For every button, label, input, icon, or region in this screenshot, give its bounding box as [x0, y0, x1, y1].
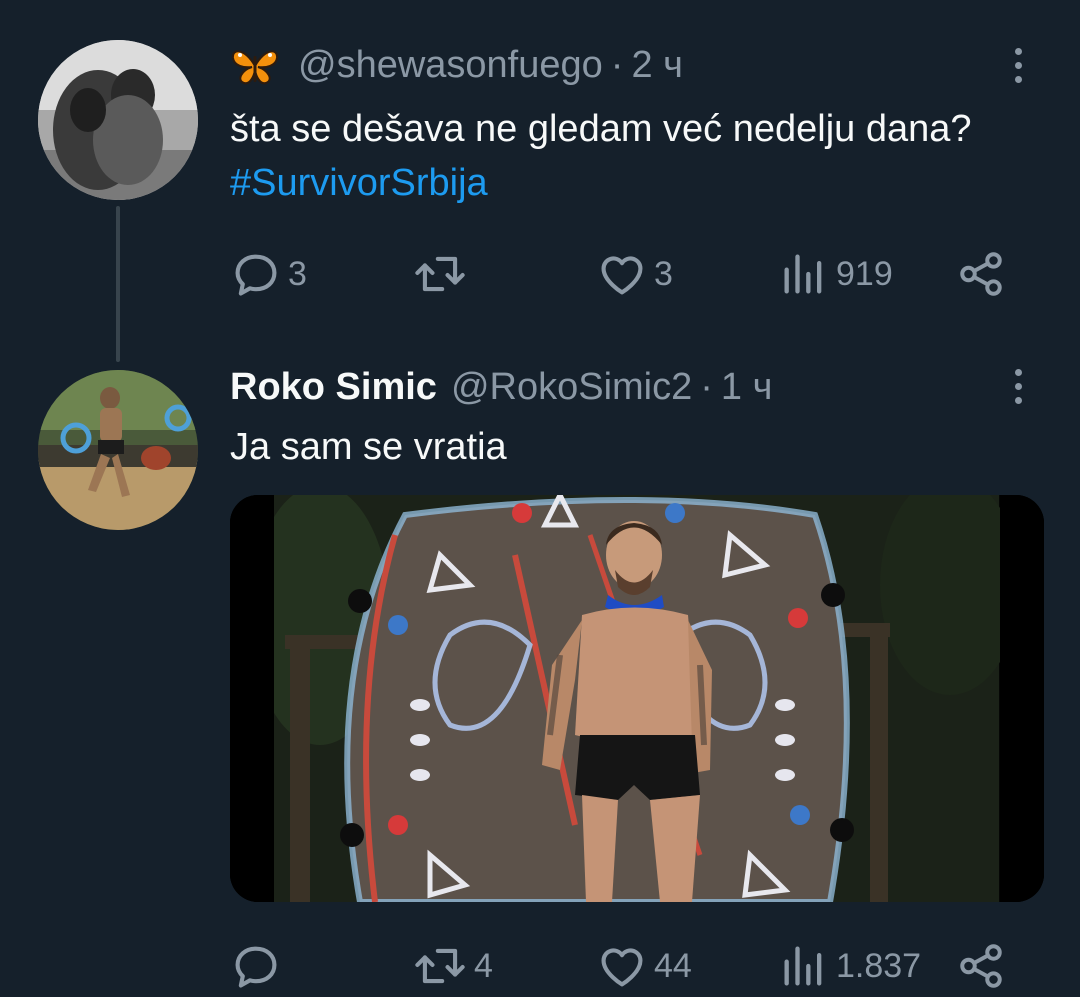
tweet-header: Roko Simic @RokoSimic2 · 1 ч — [230, 366, 772, 409]
separator: · — [700, 366, 713, 408]
tweet-actions: 4 44 1.837 — [230, 936, 1030, 996]
tweet-header: @shewasonfuego · 2 ч — [230, 44, 683, 87]
more-icon[interactable] — [998, 35, 1038, 95]
tweet-time[interactable]: 2 ч — [631, 44, 683, 87]
tweet-actions: 3 3 919 — [230, 244, 1030, 304]
like-count: 3 — [654, 254, 673, 293]
like-button[interactable]: 44 — [596, 936, 692, 996]
views-count: 919 — [836, 254, 893, 293]
display-name[interactable]: Roko Simic — [230, 366, 437, 409]
reply-icon — [230, 248, 282, 300]
tweet-time[interactable]: 1 ч — [721, 366, 773, 409]
retweet-button[interactable]: 4 — [412, 936, 493, 996]
tweet-text: Ja sam se vratia — [230, 426, 507, 468]
retweet-icon — [412, 248, 468, 300]
reply-count: 3 — [288, 254, 307, 293]
more-icon[interactable] — [998, 356, 1038, 416]
like-count: 44 — [654, 946, 692, 985]
views-count: 1.837 — [836, 946, 922, 985]
thread-line — [116, 206, 120, 362]
reply-button[interactable] — [230, 936, 288, 996]
views-button[interactable]: 1.837 — [778, 936, 921, 996]
tweet-text: šta se dešava ne gledam već nedelju dana… — [230, 102, 1020, 210]
retweet-icon — [412, 940, 468, 992]
share-button[interactable] — [956, 936, 1006, 996]
share-icon — [956, 249, 1006, 299]
views-button[interactable]: 919 — [778, 244, 893, 304]
reply-icon — [230, 940, 282, 992]
share-icon — [956, 941, 1006, 991]
hashtag-link[interactable]: #SurvivorSrbija — [230, 162, 488, 204]
share-button[interactable] — [956, 244, 1006, 304]
like-icon — [596, 940, 648, 992]
views-icon — [778, 248, 830, 300]
retweet-button[interactable] — [412, 244, 474, 304]
like-button[interactable]: 3 — [596, 244, 673, 304]
butterfly-icon — [230, 46, 280, 86]
reply-button[interactable]: 3 — [230, 244, 307, 304]
views-icon — [778, 940, 830, 992]
avatar[interactable] — [38, 40, 198, 200]
tweet-handle[interactable]: @shewasonfuego — [298, 44, 603, 87]
avatar[interactable] — [38, 370, 198, 530]
tweet-1[interactable]: @shewasonfuego · 2 ч šta se dešava ne gl… — [0, 0, 1080, 362]
tweet-handle[interactable]: @RokoSimic2 — [451, 366, 692, 409]
retweet-count: 4 — [474, 946, 493, 985]
tweet-media-image[interactable] — [230, 495, 1044, 902]
tweet-text-plain: šta se dešava ne gledam već nedelju dana… — [230, 108, 972, 150]
like-icon — [596, 248, 648, 300]
separator: · — [610, 44, 624, 86]
